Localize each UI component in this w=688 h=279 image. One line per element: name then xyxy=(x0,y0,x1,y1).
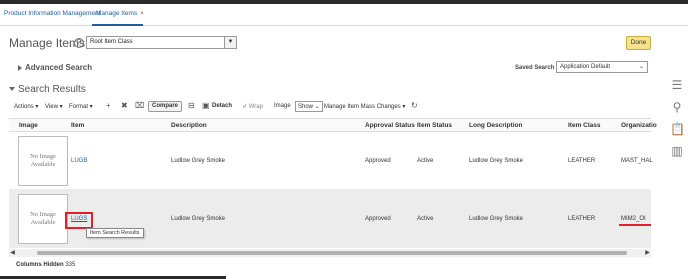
format-menu[interactable]: Format ▾ xyxy=(69,103,93,110)
saved-search-label: Saved Search xyxy=(515,65,555,71)
search-icon[interactable]: ⚲ xyxy=(670,100,684,114)
chevron-down-icon: ⌄ xyxy=(638,64,644,70)
wrap-label: Wrap xyxy=(248,104,263,110)
column-header[interactable]: Item Status xyxy=(417,122,452,129)
scrollbar-thumb[interactable] xyxy=(37,251,627,255)
tab-manage-items-label: Manage Items xyxy=(96,10,138,17)
columns-hidden-label: Columns Hidden xyxy=(16,262,64,268)
column-header[interactable]: Item xyxy=(71,122,84,129)
tab-manage-items[interactable]: Manage Items × xyxy=(96,10,144,17)
columns-hidden-status: Columns Hidden 335 xyxy=(16,262,75,268)
view-menu[interactable]: View ▾ xyxy=(45,103,63,110)
mass-changes-menu[interactable]: Manage Item Mass Changes ▾ xyxy=(324,103,405,110)
description-cell: Ludlow Grey Smoke xyxy=(171,216,226,222)
saved-search-value: Application Default xyxy=(560,64,611,70)
freeze-icon[interactable]: ⊟ xyxy=(188,101,195,110)
refresh-icon[interactable]: ↻ xyxy=(411,101,418,110)
advanced-search-label: Advanced Search xyxy=(25,63,93,72)
organization-cell: MIM2_OI xyxy=(621,216,646,222)
compare-button[interactable]: Compare xyxy=(148,101,183,112)
advanced-search-toggle[interactable]: Advanced Search xyxy=(18,63,92,72)
item-class-cell: LEATHER xyxy=(568,158,596,164)
image-label: Image xyxy=(274,103,291,109)
add-icon[interactable]: + xyxy=(106,101,111,110)
highlight-annotation xyxy=(65,212,93,229)
description-cell: Ludlow Grey Smoke xyxy=(171,158,226,164)
detach-icon[interactable]: ▣ xyxy=(202,101,210,110)
column-header[interactable]: Organizatio xyxy=(621,122,657,129)
image-show-value: Show xyxy=(298,104,314,110)
chevron-down-icon: ⌄ xyxy=(314,104,320,110)
list-icon[interactable]: ☰ xyxy=(670,78,684,92)
organization-cell: MAST_HAL xyxy=(621,158,653,164)
dropdown-icon[interactable]: ▼ xyxy=(224,37,236,48)
image-show-select[interactable]: Show ⌄ xyxy=(295,101,323,112)
item-link[interactable]: LUGB xyxy=(71,158,87,164)
table-row[interactable]: No Image Available LUGB Ludlow Grey Smok… xyxy=(9,132,653,190)
expand-triangle-icon xyxy=(18,64,22,71)
results-toolbar: Actions ▾ View ▾ Format ▾ + ✖ ⌧ Compare … xyxy=(14,101,534,113)
table-row[interactable]: No Image Available LUGS Item Search Resu… xyxy=(9,190,651,248)
detach-button[interactable]: Detach xyxy=(212,103,232,109)
columns-hidden-value: 335 xyxy=(65,262,76,268)
no-image-placeholder: No Image Available xyxy=(18,136,68,186)
item-status-cell: Active xyxy=(417,158,434,164)
wrap-button[interactable]: ↲ Wrap xyxy=(242,103,263,110)
delete-icon[interactable]: ✖ xyxy=(121,101,128,110)
column-header[interactable]: Description xyxy=(171,122,207,129)
help-icon[interactable]: ? xyxy=(74,38,84,48)
actions-menu[interactable]: Actions ▾ xyxy=(14,103,38,110)
search-results-header[interactable]: Search Results xyxy=(9,84,86,95)
table-header: Image Item Description Approval Status I… xyxy=(9,118,657,132)
item-class-combo[interactable]: Root Item Class ▼ xyxy=(86,36,237,49)
no-image-placeholder: No Image Available xyxy=(18,194,68,244)
horizontal-scrollbar[interactable]: ◀ ▶ xyxy=(9,249,651,257)
chart-icon[interactable]: ▥ xyxy=(670,144,684,158)
search-results-title: Search Results xyxy=(18,84,86,95)
saved-search-select[interactable]: Application Default ⌄ xyxy=(556,61,648,73)
item-status-cell: Active xyxy=(417,216,434,222)
close-icon[interactable]: × xyxy=(140,11,144,17)
top-bar xyxy=(0,0,688,4)
underline-annotation xyxy=(619,224,651,226)
long-description-cell: Ludlow Grey Smoke xyxy=(469,158,524,164)
approval-status-cell: Approved xyxy=(365,158,391,164)
long-description-cell: Ludlow Grey Smoke xyxy=(469,216,524,222)
tab-strip: Product Information Management Manage It… xyxy=(0,8,688,26)
done-button[interactable]: Done xyxy=(626,36,651,50)
item-class-value: Root Item Class xyxy=(90,39,133,45)
approval-status-cell: Approved xyxy=(365,216,391,222)
scroll-left-icon[interactable]: ◀ xyxy=(9,249,16,257)
item-tooltip: Item Search Results xyxy=(86,228,144,238)
column-header[interactable]: Image xyxy=(19,122,38,129)
column-header[interactable]: Item Class xyxy=(568,122,601,129)
collapse-triangle-icon xyxy=(9,87,15,92)
scroll-right-icon[interactable]: ▶ xyxy=(644,249,651,257)
edit-icon[interactable]: ⌧ xyxy=(135,101,144,110)
column-header[interactable]: Approval Status xyxy=(365,122,415,129)
wrap-icon: ↲ xyxy=(242,104,249,110)
tab-product-information-management[interactable]: Product Information Management xyxy=(4,10,100,17)
active-tab-indicator xyxy=(92,24,143,26)
item-class-cell: LEATHER xyxy=(568,216,596,222)
clipboard-icon[interactable]: 📋 xyxy=(670,122,685,136)
column-header[interactable]: Long Description xyxy=(469,122,522,129)
